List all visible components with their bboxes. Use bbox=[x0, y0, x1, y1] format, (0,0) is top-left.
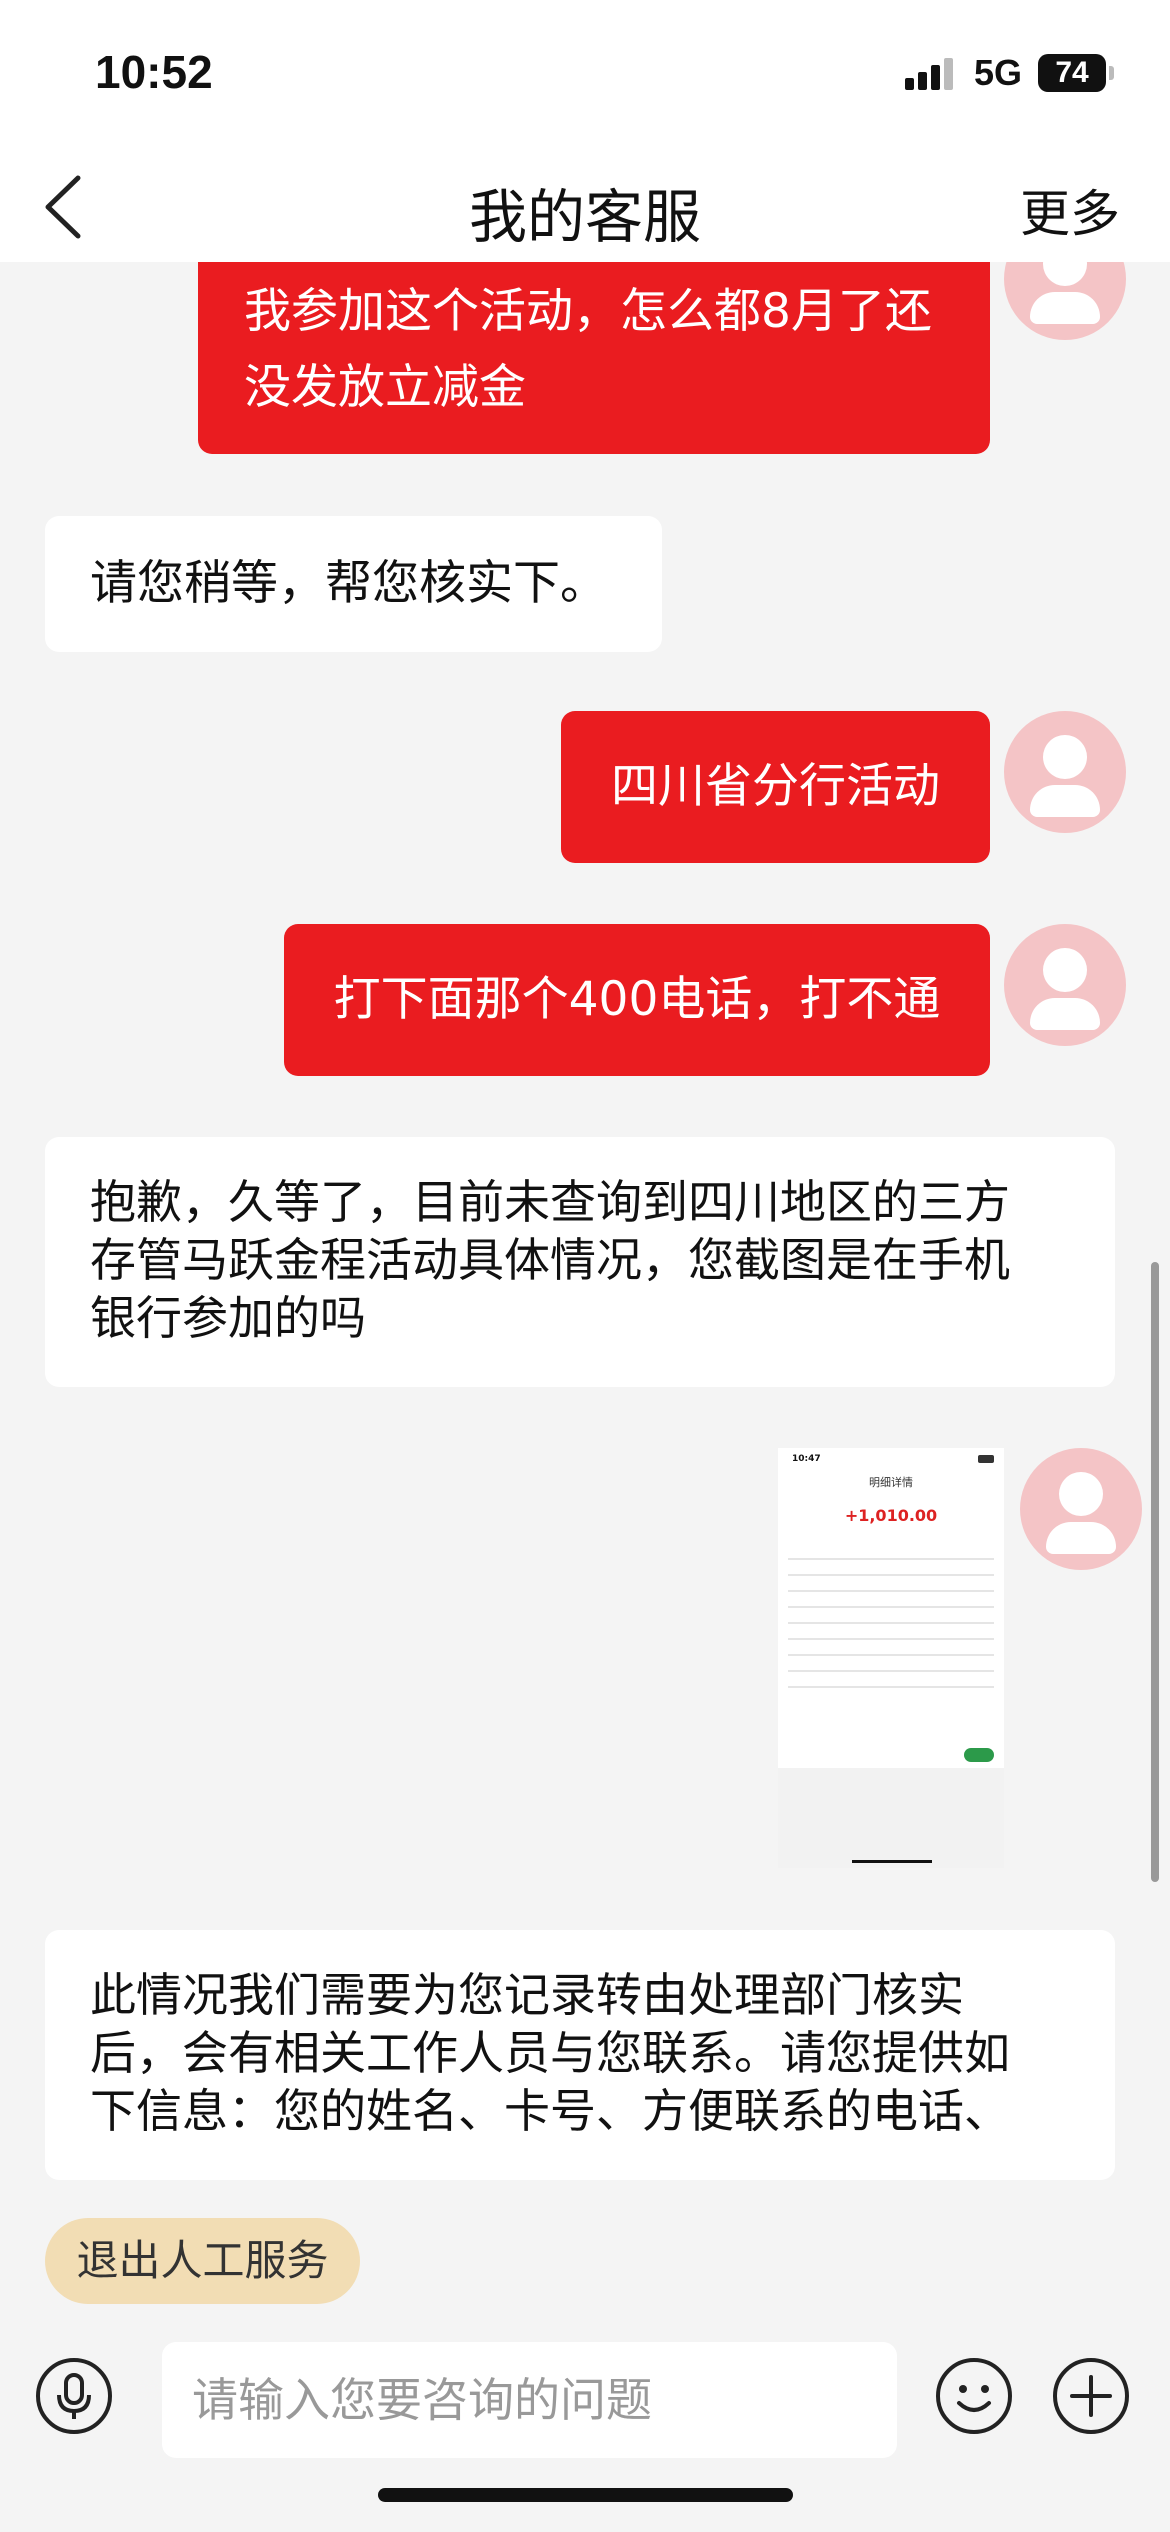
agent-message: 抱歉，久等了，目前未查询到四川地区的三方 存管马跃金程活动具体情况，您截图是在手… bbox=[45, 1137, 1115, 1387]
agent-message: 此情况我们需要为您记录转由处理部门核实 后，会有相关工作人员与您联系。请您提供如… bbox=[45, 1930, 1115, 2180]
more-button[interactable]: 更多 bbox=[1020, 174, 1120, 246]
message-line: 后，会有相关工作人员与您联系。请您提供如 bbox=[90, 2026, 1010, 2080]
user-message: 四川省分行活动 bbox=[561, 711, 990, 863]
thumbnail-underline bbox=[852, 1860, 932, 1863]
thumbnail-time: 10:47 bbox=[792, 1454, 821, 1464]
message-line: 存管马跃金程活动具体情况，您截图是在手机 bbox=[90, 1233, 1010, 1287]
message-line: 下信息：您的姓名、卡号、方便联系的电话、 bbox=[90, 2084, 1010, 2138]
plus-icon[interactable] bbox=[1052, 2357, 1130, 2435]
network-type: 5G bbox=[974, 52, 1023, 93]
message-line: 银行参加的吗 bbox=[90, 1291, 366, 1345]
screenshot-thumbnail: 10:47 明细详情 +1,010.00 bbox=[778, 1448, 1004, 1768]
message-line: 我参加这个活动，怎么都8月了还 bbox=[244, 284, 932, 339]
user-message: 我参加这个活动，怎么都8月了还 没发放立减金 bbox=[198, 262, 990, 454]
status-bar: 10:52 5G 74 bbox=[0, 0, 1170, 150]
user-avatar-icon bbox=[1004, 924, 1126, 1046]
microphone-icon[interactable] bbox=[35, 2357, 113, 2435]
message-line: 没发放立减金 bbox=[244, 360, 526, 415]
user-message: 打下面那个400电话，打不通 bbox=[284, 924, 990, 1076]
message-input[interactable] bbox=[162, 2342, 897, 2458]
battery-icon: 74 bbox=[1038, 54, 1114, 92]
status-time: 10:52 bbox=[95, 46, 213, 98]
agent-message: 请您稍等，帮您核实下。 bbox=[45, 516, 662, 652]
navigation-bar: 我的客服 更多 bbox=[0, 150, 1170, 262]
thumbnail-title: 明细详情 bbox=[869, 1476, 913, 1489]
thumbnail-battery-icon bbox=[978, 1455, 994, 1463]
thumbnail-toggle-icon bbox=[964, 1748, 994, 1762]
thumbnail-amount: +1,010.00 bbox=[844, 1506, 938, 1525]
emoji-icon[interactable] bbox=[935, 2357, 1013, 2435]
home-indicator[interactable] bbox=[378, 2488, 793, 2502]
scrollbar[interactable] bbox=[1151, 1262, 1159, 1882]
screenshot-image-message[interactable]: 10:47 明细详情 +1,010.00 bbox=[778, 1448, 1004, 1868]
signal-icon bbox=[905, 58, 953, 90]
message-line: 此情况我们需要为您记录转由处理部门核实 bbox=[90, 1968, 964, 2022]
page-title: 我的客服 bbox=[468, 183, 701, 251]
exit-human-service-button[interactable]: 退出人工服务 bbox=[45, 2218, 360, 2304]
user-avatar-icon bbox=[1020, 1448, 1142, 1570]
thumbnail-detail-lines bbox=[788, 1548, 994, 1702]
user-avatar-icon bbox=[1004, 262, 1126, 340]
message-line: 抱歉，久等了，目前未查询到四川地区的三方 bbox=[90, 1175, 1010, 1229]
user-avatar-icon bbox=[1004, 711, 1126, 833]
